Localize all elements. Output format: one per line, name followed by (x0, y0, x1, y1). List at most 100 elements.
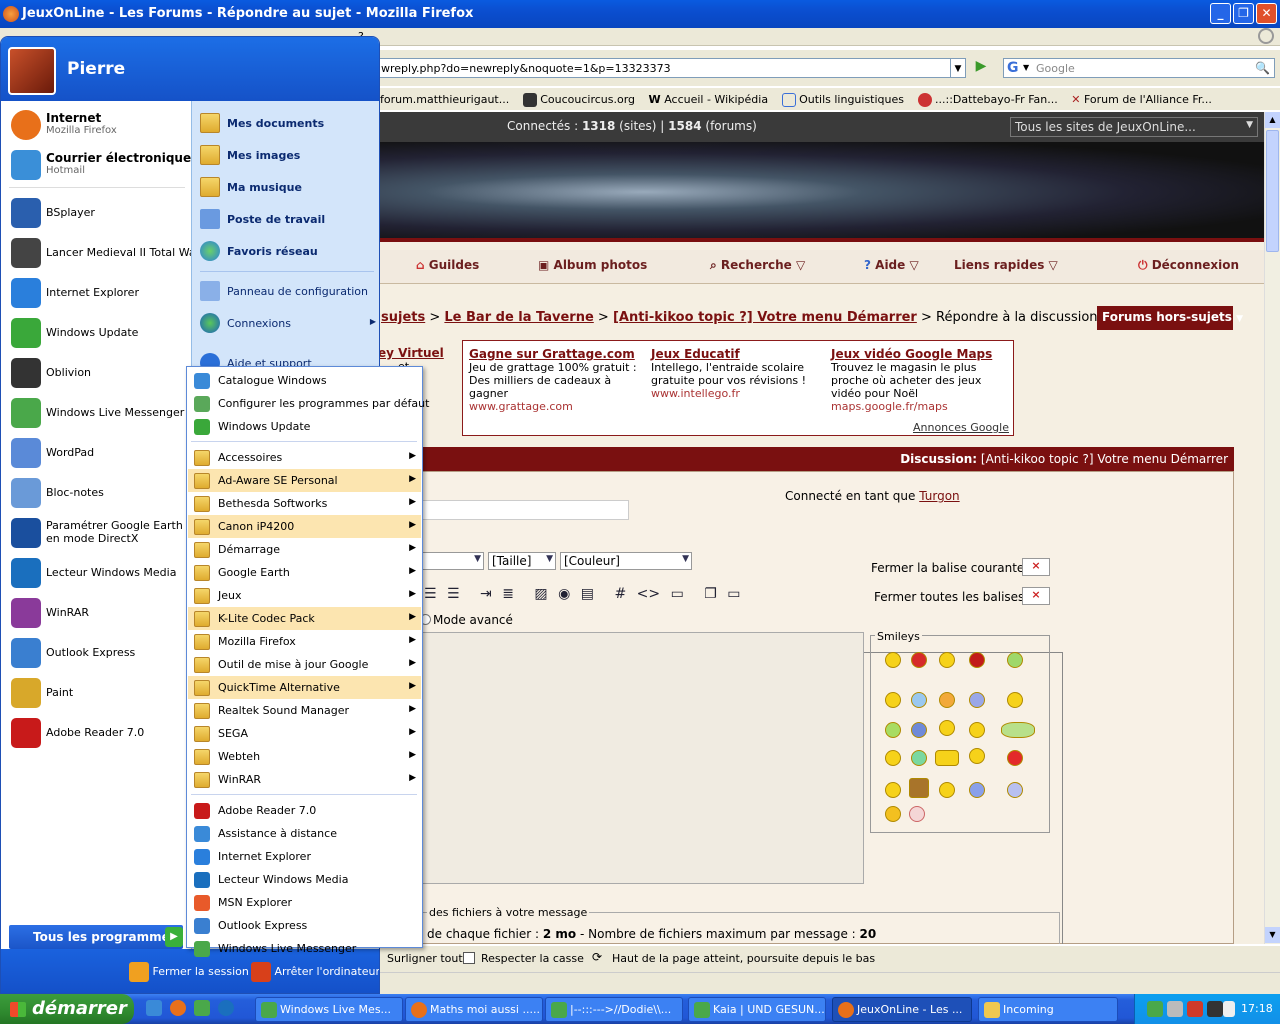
firefox-icon[interactable] (170, 1000, 186, 1016)
go-button[interactable]: ▶ (970, 58, 992, 78)
recent-program-item[interactable]: Bloc-notes (11, 475, 189, 511)
volume-tray-icon[interactable] (1207, 1001, 1223, 1017)
recent-program-item[interactable]: Adobe Reader 7.0 (11, 715, 189, 751)
places-poste-de-travail[interactable]: Poste de travail (200, 205, 379, 233)
realtek-tray-icon[interactable] (1223, 1001, 1235, 1017)
scroll-thumb[interactable] (1266, 130, 1279, 252)
match-case-checkbox[interactable] (463, 952, 475, 964)
places-panneau-configuration[interactable]: Panneau de configuration (200, 277, 379, 305)
smiley-icon[interactable] (909, 806, 925, 822)
smiley-icon[interactable] (885, 722, 901, 738)
bookmark-item[interactable]: W Accueil - Wikipédia (649, 93, 769, 106)
size-select[interactable]: [Taille] ▼ (488, 552, 556, 570)
smiley-icon[interactable] (939, 782, 955, 798)
nav-aide[interactable]: ? Aide ▽ (864, 258, 919, 272)
search-input[interactable]: Google (1036, 62, 1075, 75)
username-link[interactable]: Turgon (919, 489, 959, 503)
breadcrumb-link[interactable]: Le Bar de la Taverne (444, 310, 593, 325)
smiley-icon[interactable] (885, 782, 901, 798)
recent-program-item[interactable]: BSplayer (11, 195, 189, 231)
program-menu-item[interactable]: Catalogue Windows (188, 369, 421, 392)
program-menu-item[interactable]: Windows Live Messenger (188, 937, 421, 960)
program-menu-item[interactable]: MSN Explorer (188, 891, 421, 914)
smiley-icon[interactable] (1007, 692, 1023, 708)
places-mes-documents[interactable]: Mes documents (200, 109, 379, 137)
program-menu-item[interactable]: Ad-Aware SE Personal ▶ (188, 469, 421, 492)
places-connexions[interactable]: Connexions ▶ (200, 309, 379, 337)
ad-title[interactable]: ey Virtuel (378, 346, 444, 360)
clock[interactable]: 17:18 (1241, 1002, 1273, 1015)
search-box[interactable]: G ▼ Google 🔍 (1003, 58, 1275, 78)
program-menu-item[interactable]: Jeux ▶ (188, 584, 421, 607)
align-center-icon[interactable]: ☰ (424, 586, 437, 602)
image-icon[interactable]: ▨ (534, 586, 547, 602)
all-programs-button[interactable]: Tous les programmes ▶ (9, 925, 183, 949)
url-dropdown-button[interactable]: ▼ (950, 58, 966, 78)
smiley-icon[interactable] (909, 778, 929, 798)
bookmark-item[interactable]: forum.matthieurigaut... (380, 93, 509, 106)
ad-title[interactable]: Jeux Educatif (651, 347, 829, 361)
program-menu-item[interactable]: Assistance à distance (188, 822, 421, 845)
taskbar-item-incoming[interactable]: Incoming (978, 997, 1118, 1022)
align-right-icon[interactable]: ☰ (447, 586, 460, 602)
bookmark-item[interactable]: Coucoucircus.org (522, 93, 635, 107)
recent-program-item[interactable]: WordPad (11, 435, 189, 471)
program-menu-item[interactable]: WinRAR ▶ (188, 768, 421, 791)
security-tray-icon[interactable] (1187, 1001, 1203, 1017)
bookmark-item[interactable]: Outils linguistiques (781, 93, 904, 107)
link-icon[interactable]: ◉ (558, 586, 570, 602)
breadcrumb-link[interactable]: sujets (381, 310, 425, 325)
smiley-icon[interactable] (911, 692, 927, 708)
messenger-icon[interactable] (194, 1000, 210, 1016)
program-menu-item[interactable]: Accessoires ▶ (188, 446, 421, 469)
nav-guildes[interactable]: ⌂ Guildes (416, 258, 479, 272)
program-menu-item[interactable]: Lecteur Windows Media (188, 868, 421, 891)
network-tray-icon[interactable] (1167, 1001, 1183, 1017)
smiley-icon[interactable] (911, 652, 927, 668)
recent-program-item[interactable]: Paint (11, 675, 189, 711)
smiley-icon[interactable] (969, 652, 985, 668)
indent-icon[interactable]: ⇥ (480, 586, 492, 602)
program-menu-item[interactable]: Google Earth ▶ (188, 561, 421, 584)
color-select[interactable]: [Couleur] ▼ (560, 552, 692, 570)
font-select[interactable]: ▼ (418, 552, 484, 570)
smiley-icon[interactable] (969, 722, 985, 738)
smiley-icon[interactable] (885, 750, 901, 766)
minimize-button[interactable]: _ (1210, 3, 1231, 24)
smiley-icon[interactable] (969, 782, 985, 798)
shutdown-button[interactable]: Arrêter l'ordinateur (251, 962, 379, 982)
nav-album-photos[interactable]: ▣ Album photos (538, 258, 647, 272)
smiley-icon[interactable] (969, 748, 985, 764)
smiley-icon[interactable] (1001, 722, 1035, 738)
php-icon[interactable]: ▭ (671, 586, 684, 602)
program-menu-item[interactable]: QuickTime Alternative ▶ (188, 676, 421, 699)
ad-title[interactable]: Gagne sur Grattage.com (469, 347, 647, 361)
program-menu-item[interactable]: Adobe Reader 7.0 (188, 799, 421, 822)
taskbar-item-kaia[interactable]: Kaia | UND GESUN... (688, 997, 826, 1022)
pinned-email[interactable]: Courrier électronique Hotmail (11, 147, 191, 183)
quote-icon[interactable]: ❐ (704, 586, 717, 602)
smiley-icon[interactable] (935, 750, 959, 766)
attach-icon[interactable]: ▤ (581, 586, 594, 602)
taskbar-item-maths[interactable]: Maths moi aussi ..... (405, 997, 543, 1022)
url-bar[interactable]: wreply.php?do=newreply&noquote=1&p=13323… (378, 58, 965, 78)
program-menu-item[interactable]: K-Lite Codec Pack ▶ (188, 607, 421, 630)
nav-liens-rapides[interactable]: Liens rapides ▽ (954, 258, 1058, 272)
nav-deconnexion[interactable]: ⏻ Déconnexion (1138, 258, 1239, 273)
places-favoris-reseau[interactable]: Favoris réseau (200, 237, 379, 265)
recent-program-item[interactable]: Outlook Express (11, 635, 189, 671)
ad-title[interactable]: Jeux vidéo Google Maps (831, 347, 1011, 361)
program-menu-item[interactable]: Bethesda Softworks ▶ (188, 492, 421, 515)
page-scrollbar[interactable]: ▲ ▼ (1264, 112, 1280, 944)
breadcrumb-link[interactable]: [Anti-kikoo topic ?] Votre menu Démarrer (613, 310, 917, 325)
recent-program-item[interactable]: Windows Live Messenger (11, 395, 189, 431)
recent-program-item[interactable]: Lancer Medieval II Total War (11, 235, 200, 271)
search-engine-dropdown-icon[interactable]: ▼ (1023, 63, 1029, 72)
nav-recherche[interactable]: ⌕ Recherche ▽ (710, 258, 805, 273)
places-mes-images[interactable]: Mes images (200, 141, 379, 169)
media-player-icon[interactable] (218, 1000, 234, 1016)
taskbar-item-messenger[interactable]: Windows Live Mes... (255, 997, 403, 1022)
program-menu-item[interactable]: Webteh ▶ (188, 745, 421, 768)
logoff-button[interactable]: Fermer la session (129, 962, 249, 982)
spoiler-icon[interactable]: ▭ (727, 586, 740, 602)
